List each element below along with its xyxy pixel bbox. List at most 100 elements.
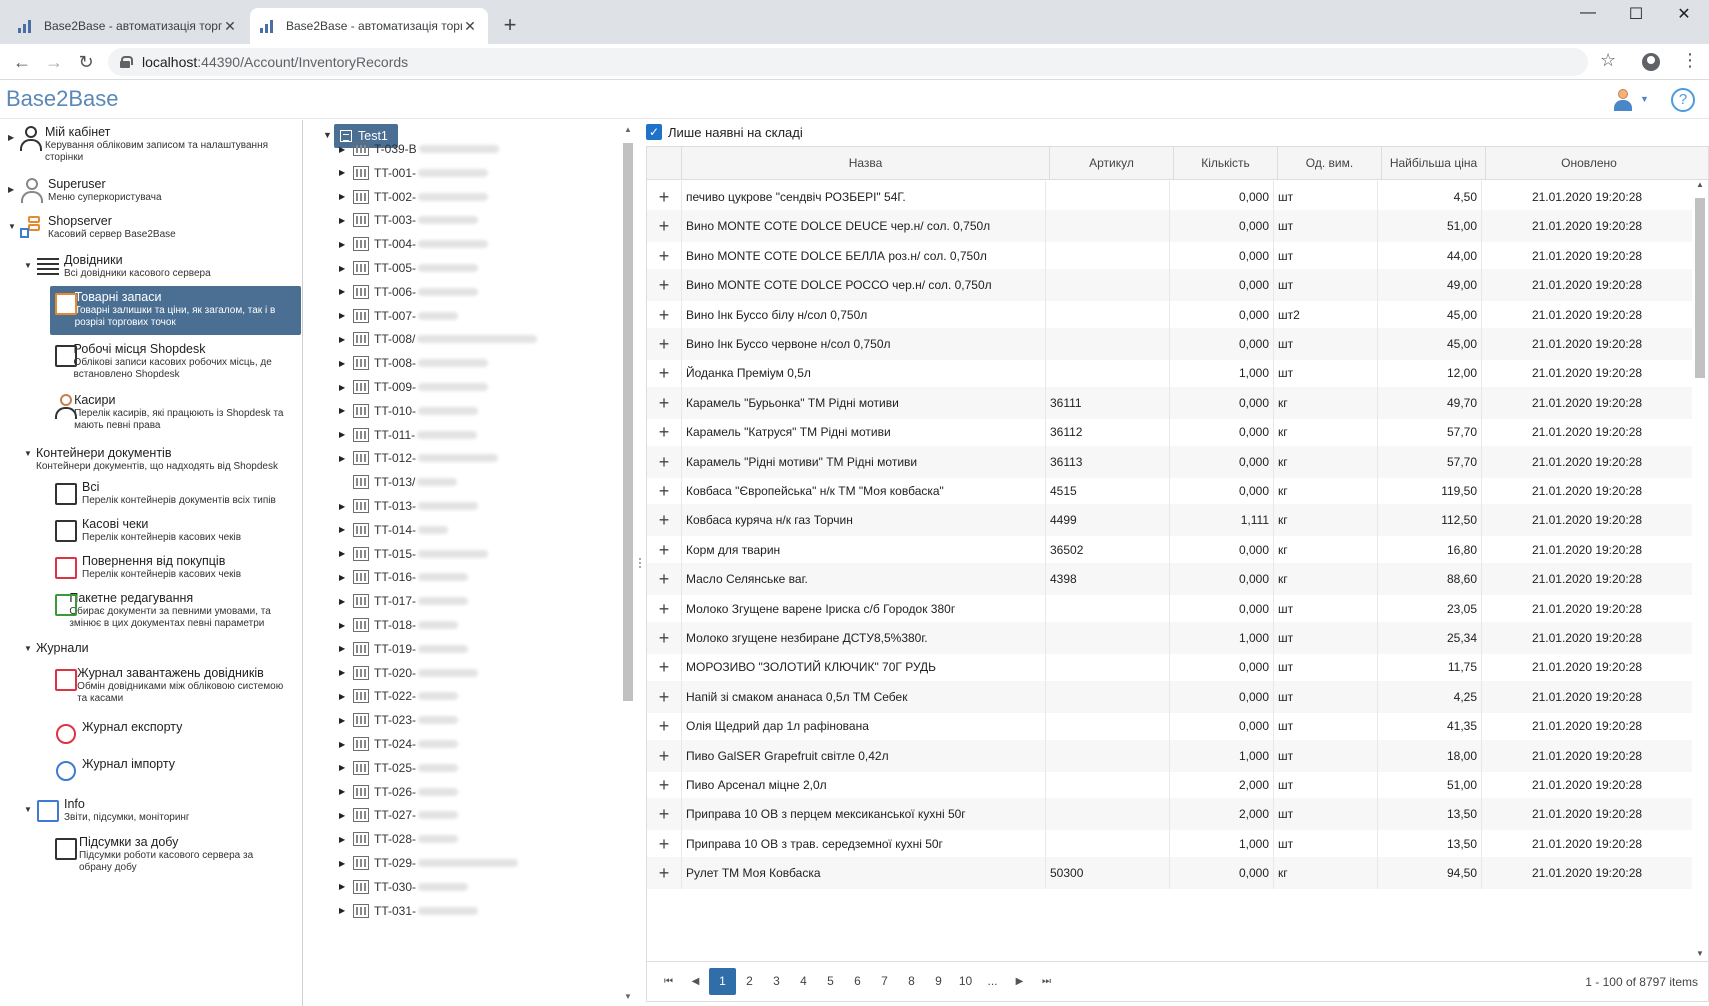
column-header-article[interactable]: Артикул: [1049, 147, 1173, 180]
caret-right-icon[interactable]: ▶: [339, 811, 353, 820]
sidebar-item-inventory[interactable]: Товарні запаси Товарні залишки та ціни, я…: [50, 286, 301, 335]
sidebar-item-receipts[interactable]: Касові чеки Перелік контейнерів касових ч…: [52, 517, 288, 545]
table-row[interactable]: + Карамель "Рідні мотиви" ТМ Рідні мотиви…: [647, 445, 1692, 478]
maximize-button[interactable]: ☐: [1613, 4, 1659, 24]
page-button[interactable]: 1: [709, 968, 736, 995]
expand-row-icon[interactable]: +: [647, 328, 681, 360]
tree-node[interactable]: ▶ TT-029-: [339, 852, 519, 874]
tree-node[interactable]: ▶ TT-026-: [339, 781, 459, 803]
caret-right-icon[interactable]: ▶: [339, 240, 353, 249]
next-page-button[interactable]: ▶: [1006, 968, 1033, 995]
expand-row-icon[interactable]: +: [647, 534, 681, 566]
caret-right-icon[interactable]: ▶: [339, 383, 353, 392]
tree-node[interactable]: ▶ TT-030-: [339, 876, 469, 898]
table-row[interactable]: + Олія Щедрий дар 1л рафінована 0,000 шт 41,…: [647, 710, 1692, 743]
caret-right-icon[interactable]: ▶: [339, 882, 353, 891]
page-button[interactable]: 5: [817, 968, 844, 995]
sidebar-item-export-journal[interactable]: Журнал експорту: [52, 720, 288, 748]
scroll-up-icon[interactable]: ▲: [622, 125, 634, 134]
caret-right-icon[interactable]: ▶: [339, 573, 353, 582]
caret-right-icon[interactable]: ▶: [339, 287, 353, 296]
page-button[interactable]: 7: [871, 968, 898, 995]
expand-row-icon[interactable]: +: [647, 769, 681, 801]
tree-node[interactable]: ▶ TT-015-: [339, 543, 489, 565]
caret-right-icon[interactable]: ▶: [8, 185, 18, 205]
caret-right-icon[interactable]: ▶: [339, 644, 353, 653]
tree-node[interactable]: ▶ TT-024-: [339, 733, 459, 755]
table-row[interactable]: + Йоданка Преміум 0,5л 1,000 шт 12,00 21.01.2…: [647, 357, 1692, 390]
url-field[interactable]: localhost:44390/Account/InventoryRecords: [108, 48, 1588, 76]
page-button[interactable]: 6: [844, 968, 871, 995]
expand-row-icon[interactable]: +: [647, 651, 681, 683]
table-row[interactable]: + Вино Інк Буссо білу н/сол 0,750л 0,000 шт…: [647, 298, 1692, 331]
page-button[interactable]: 8: [898, 968, 925, 995]
expand-row-icon[interactable]: +: [647, 828, 681, 860]
column-header-max-price[interactable]: Найбільша ціна: [1381, 147, 1485, 180]
tree-node[interactable]: ▶ TT-028-: [339, 828, 459, 850]
column-header-updated[interactable]: Оновлено: [1485, 147, 1692, 180]
caret-right-icon[interactable]: ▶: [339, 145, 353, 154]
expand-row-icon[interactable]: +: [647, 181, 681, 213]
table-row[interactable]: + Ковбаса "Європейська" н/к ТМ "Моя ковба…: [647, 475, 1692, 507]
caret-right-icon[interactable]: ▶: [339, 716, 353, 725]
table-row[interactable]: + печиво цукрове "сендвіч РОЗБЕРІ" 54Г. 0,…: [647, 181, 1692, 213]
sidebar-item-workplaces[interactable]: Робочі місця Shopdesk Облікові записи кас…: [52, 342, 288, 380]
sidebar-item-load-journal[interactable]: Журнал завантажень довідників Обмін довід…: [52, 666, 288, 704]
sidebar-item-shopserver[interactable]: ▼ Shopserver Касовий сервер Base2Base: [8, 214, 288, 242]
close-tab-icon[interactable]: ✕: [222, 18, 238, 35]
caret-right-icon[interactable]: ▶: [339, 311, 353, 320]
caret-right-icon[interactable]: ▶: [8, 133, 17, 163]
sidebar-item-doc-containers[interactable]: ▼ Контейнери документів Контейнери докуме…: [24, 446, 288, 472]
caret-down-icon[interactable]: ▼: [8, 222, 18, 242]
table-row[interactable]: + Карамель "Бурьонка" ТМ Рідні мотиви 3611…: [647, 386, 1692, 419]
tree-node[interactable]: ▶ TT-010-: [339, 400, 479, 422]
tree-node[interactable]: ▶ TT-023-: [339, 709, 459, 731]
tree-node[interactable]: ▶ TT-020-: [339, 662, 479, 684]
tree-node[interactable]: ▶ TT-011-: [339, 424, 478, 446]
caret-down-icon[interactable]: ▼: [24, 644, 36, 655]
caret-right-icon[interactable]: ▶: [339, 454, 353, 463]
bookmark-star-icon[interactable]: ☆: [1600, 50, 1616, 71]
tree-node[interactable]: ▶ TT-002-: [339, 186, 489, 208]
tree-node[interactable]: ▶ TT-009-: [339, 376, 489, 398]
caret-right-icon[interactable]: ▶: [339, 906, 353, 915]
page-button[interactable]: 4: [790, 968, 817, 995]
table-row[interactable]: + Вино Інк Буссо червоне н/сол 0,750л 0,00…: [647, 328, 1692, 360]
page-button[interactable]: 9: [925, 968, 952, 995]
table-row[interactable]: + Вино MONTE COTE DOLCE РОССО чер.н/ сол.…: [647, 269, 1692, 302]
expand-row-icon[interactable]: +: [647, 740, 681, 772]
only-in-stock-checkbox[interactable]: ✓ Лише наявні на складі: [646, 124, 803, 140]
expand-row-icon[interactable]: +: [647, 446, 681, 478]
tree-node[interactable]: ▶ TT-005-: [339, 257, 479, 279]
caret-down-icon[interactable]: ▼: [323, 130, 332, 140]
caret-right-icon[interactable]: ▶: [339, 597, 353, 606]
expand-row-icon[interactable]: +: [647, 593, 681, 625]
caret-right-icon[interactable]: ▶: [339, 502, 353, 511]
tree-node[interactable]: ▶ TT-019-: [339, 638, 469, 660]
expand-row-icon[interactable]: +: [647, 269, 681, 301]
tree-node[interactable]: ▶ TT-017-: [339, 590, 469, 612]
tree-node[interactable]: TT-013/: [339, 471, 458, 493]
tree-node[interactable]: ▶ TT-022-: [339, 685, 459, 707]
table-row[interactable]: + Пиво Арсенал міцне 2,0л 2,000 шт 51,00 21.0…: [647, 769, 1692, 801]
prev-page-button[interactable]: ◀: [682, 968, 709, 995]
new-tab-button[interactable]: +: [498, 12, 522, 38]
browser-menu-icon[interactable]: ⋮: [1681, 50, 1699, 71]
caret-right-icon[interactable]: ▶: [339, 787, 353, 796]
table-row[interactable]: + Корм для тварин 36502 0,000 кг 16,80 21.01.2…: [647, 533, 1692, 566]
tree-node[interactable]: ▶ TT-008-: [339, 352, 489, 374]
expand-row-icon[interactable]: +: [647, 563, 681, 595]
sidebar-item-import-journal[interactable]: Журнал імпорту: [52, 757, 288, 785]
sidebar-item-my-account[interactable]: ▶ Мій кабінет Керування обліковим записом…: [8, 125, 288, 163]
caret-right-icon[interactable]: ▶: [339, 740, 353, 749]
sidebar-item-cashiers[interactable]: Касири Перелік касирів, які працюють із S…: [52, 393, 288, 431]
tree-node[interactable]: ▶ TT-004-: [339, 233, 489, 255]
grid-scrollbar[interactable]: ▲ ▼: [1692, 180, 1708, 958]
tree-node[interactable]: ▶ TT-016-: [339, 566, 469, 588]
tree-node[interactable]: ▶ TT-008/: [339, 328, 538, 350]
caret-right-icon[interactable]: ▶: [339, 859, 353, 868]
expand-row-icon[interactable]: +: [647, 475, 681, 507]
checkmark-icon[interactable]: ✓: [646, 124, 662, 140]
expand-row-icon[interactable]: +: [647, 357, 681, 389]
table-row[interactable]: + Карамель "Катруся" ТМ Рідні мотиви 36112…: [647, 416, 1692, 449]
